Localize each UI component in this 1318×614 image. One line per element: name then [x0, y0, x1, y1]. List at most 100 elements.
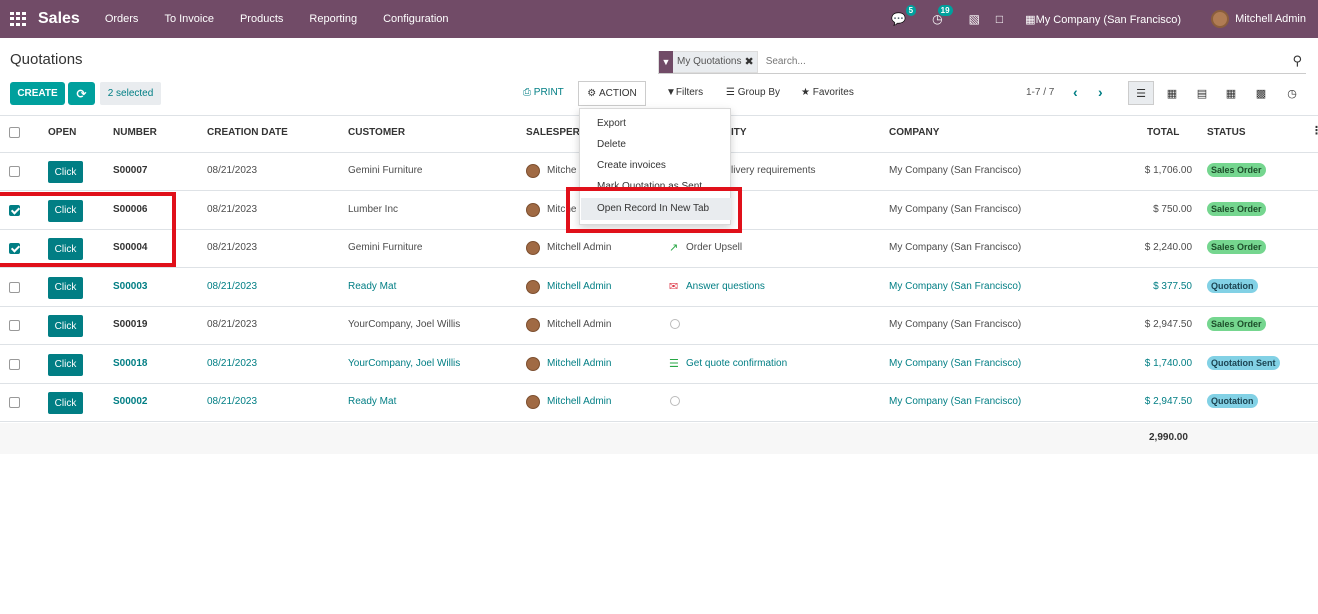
nav-item-reporting[interactable]: Reporting: [309, 13, 357, 25]
activity-summary[interactable]: Order Upsell: [686, 242, 742, 253]
table-row[interactable]: Click S00019 08/21/2023 YourCompany, Joel W…: [0, 307, 1318, 345]
row-checkbox[interactable]: [9, 358, 20, 370]
order-total: $ 2,947.50: [1144, 319, 1192, 330]
table-row[interactable]: Click S00004 08/21/2023 Gemini Furniture Mit…: [0, 230, 1318, 268]
activity-summary[interactable]: livery requirements: [731, 165, 815, 176]
nav-item-configuration[interactable]: Configuration: [383, 13, 448, 25]
creation-date: 08/21/2023: [207, 242, 258, 253]
open-button[interactable]: Click: [48, 161, 83, 183]
clock-icon[interactable]: [670, 319, 680, 329]
order-total: $ 2,947.50: [1144, 396, 1192, 407]
salesperson-name: Mitchell Admin: [547, 319, 612, 330]
group-by-label: Group By: [737, 87, 780, 98]
open-button[interactable]: Click: [48, 353, 83, 376]
action-menu-delete[interactable]: Delete: [597, 139, 626, 150]
column-status[interactable]: STATUS: [1207, 127, 1246, 138]
table-row[interactable]: Click S00018 08/21/2023 YourCompany, Joel W…: [0, 346, 1318, 384]
open-button[interactable]: Click: [48, 392, 83, 414]
list-view-icon[interactable]: ☰: [1128, 81, 1154, 105]
activities-icon[interactable]: ◷ 19: [932, 5, 953, 26]
column-company[interactable]: COMPANY: [889, 127, 939, 138]
salesperson-name: Mitchell Admin: [547, 396, 612, 407]
filters-label: Filters: [675, 87, 704, 98]
avatar: [526, 202, 540, 217]
creation-date: 08/21/2023: [207, 203, 258, 215]
envelope-icon[interactable]: ✉: [669, 280, 678, 293]
select-all-checkbox[interactable]: [9, 127, 20, 138]
pager-previous-icon[interactable]: ‹: [1073, 84, 1078, 100]
activity-summary[interactable]: Get quote confirmation: [686, 358, 787, 369]
activity-view-icon[interactable]: ◷: [1279, 81, 1305, 105]
column-open[interactable]: OPEN: [48, 127, 76, 138]
nav-item-orders[interactable]: Orders: [105, 13, 139, 25]
graph-view-icon[interactable]: ▩: [1248, 81, 1274, 105]
user-menu[interactable]: Mitchell Admin: [1211, 10, 1306, 28]
avatar: [526, 356, 540, 371]
pager-next-icon[interactable]: ›: [1098, 84, 1103, 100]
kanban-view-icon[interactable]: ▦: [1159, 81, 1185, 105]
list-icon[interactable]: ☰: [669, 357, 679, 370]
nav-item-products[interactable]: Products: [240, 13, 283, 25]
pivot-view-icon[interactable]: ▦: [1218, 81, 1244, 105]
table-row[interactable]: Click S00003 08/21/2023 Ready Mat Mitchell A…: [0, 269, 1318, 307]
column-salesperson[interactable]: SALESPER: [526, 127, 580, 138]
company-name: My Company (San Francisco): [889, 165, 1022, 176]
company-name: My Company (San Francisco): [1035, 13, 1182, 26]
order-number: S00007: [113, 165, 148, 176]
status-badge: Quotation: [1207, 278, 1258, 293]
action-menu-create-invoices[interactable]: Create invoices: [597, 160, 666, 171]
column-creation-date[interactable]: CREATION DATE: [207, 127, 288, 138]
translate-icon[interactable]: ▧: [969, 12, 980, 26]
optional-columns-icon[interactable]: ⋮: [1311, 124, 1318, 137]
app-brand[interactable]: Sales: [38, 10, 80, 28]
company-name: My Company (San Francisco): [889, 280, 1022, 292]
apps-menu-icon[interactable]: [10, 12, 26, 26]
activities-badge: 19: [937, 5, 953, 16]
search-icon[interactable]: ⚲: [1292, 53, 1302, 69]
status-badge: Quotation: [1207, 394, 1258, 408]
order-total: $ 2,240.00: [1144, 242, 1192, 253]
creation-date: 08/21/2023: [207, 357, 258, 369]
pager-value[interactable]: 1-7 / 7: [1026, 87, 1054, 98]
order-number: S00018: [113, 357, 148, 369]
column-number[interactable]: NUMBER: [113, 127, 157, 138]
customer-name: Gemini Furniture: [348, 242, 423, 253]
favorites-button[interactable]: ★ Favorites: [801, 87, 854, 98]
activity-summary[interactable]: Answer questions: [686, 281, 765, 292]
chart-line-icon[interactable]: ↗: [669, 241, 678, 254]
column-customer[interactable]: CUSTOMER: [348, 127, 405, 138]
column-activity[interactable]: ITY: [731, 127, 747, 138]
company-switcher[interactable]: ▦My Company (San Francisco): [1025, 13, 1181, 26]
action-menu-export[interactable]: Export: [597, 118, 626, 129]
salesperson-name: Mitche: [547, 165, 577, 176]
avatar: [526, 164, 540, 178]
footer-total: 2,990.00: [1149, 432, 1188, 443]
row-checkbox[interactable]: [9, 397, 20, 408]
page-title: Quotations: [10, 51, 83, 68]
open-button[interactable]: Click: [48, 315, 83, 337]
messages-icon[interactable]: 💬 5: [891, 5, 917, 26]
creation-date: 08/21/2023: [207, 165, 258, 176]
column-total[interactable]: TOTAL: [1147, 127, 1179, 138]
clock-icon[interactable]: [670, 396, 680, 406]
print-button[interactable]: ⎙ PRINT: [523, 87, 564, 98]
order-total: $ 750.00: [1153, 203, 1192, 215]
company-name: My Company (San Francisco): [889, 357, 1022, 369]
group-by-button[interactable]: ☰ Group By: [726, 87, 780, 98]
table-row[interactable]: Click S00002 08/21/2023 Ready Mat Mitchell A…: [0, 384, 1318, 422]
row-checkbox[interactable]: [9, 166, 20, 177]
row-checkbox[interactable]: [9, 320, 20, 331]
calendar-view-icon[interactable]: ▤: [1189, 81, 1215, 105]
facet-label: My Quotations: [677, 56, 742, 67]
filters-button[interactable]: ▼Filters: [666, 87, 703, 98]
open-button[interactable]: Click: [48, 276, 83, 299]
customer-name: Ready Mat: [348, 280, 397, 292]
nav-item-to-invoice[interactable]: To Invoice: [164, 13, 214, 25]
create-button[interactable]: CREATE: [10, 82, 65, 105]
remove-facet-icon[interactable]: ✖: [744, 55, 756, 68]
row-checkbox[interactable]: [9, 281, 20, 293]
refresh-button[interactable]: ⟳: [68, 82, 95, 105]
bookmark-icon[interactable]: □: [996, 12, 1003, 26]
search-input[interactable]: [765, 56, 1066, 67]
action-button[interactable]: ⚙ ACTION: [578, 81, 646, 106]
